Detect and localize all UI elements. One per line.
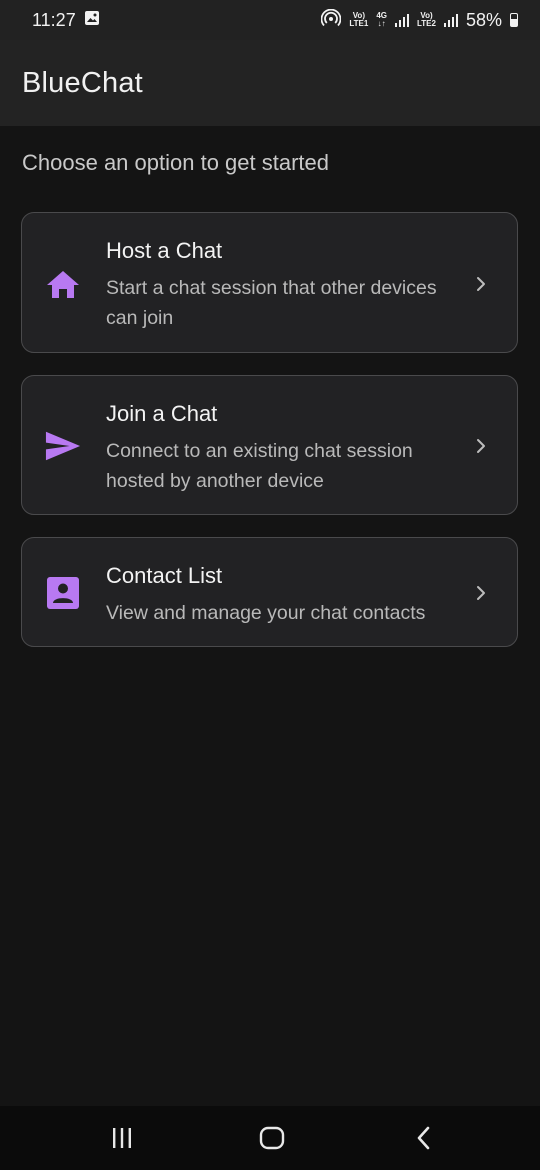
app-title: BlueChat	[22, 66, 143, 99]
volte1-bottom: LTE1	[349, 19, 369, 28]
back-icon[interactable]	[404, 1122, 444, 1154]
home-outline-icon[interactable]	[252, 1122, 292, 1154]
gallery-icon	[84, 10, 100, 31]
page-subtitle: Choose an option to get started	[22, 150, 329, 175]
volte2-indicator: Vo) LTE2	[417, 12, 436, 28]
battery-percent: 58%	[465, 9, 502, 30]
status-left: 11:27	[32, 10, 100, 31]
contact-icon	[45, 575, 81, 611]
system-nav-bar	[0, 1106, 540, 1170]
contact-list-description: View and manage your chat contacts	[106, 602, 426, 624]
host-chat-title: Host a Chat	[106, 238, 223, 263]
battery-icon	[510, 13, 518, 27]
home-icon	[45, 266, 81, 302]
status-time: 11:27	[32, 9, 76, 30]
join-chat-description: Connect to an existing chat session host…	[106, 440, 413, 492]
chevron-right-icon	[473, 436, 489, 456]
app-bar: BlueChat	[0, 40, 540, 126]
signal-icon-1	[395, 13, 409, 27]
contact-list-title: Contact List	[106, 563, 223, 588]
status-bar: 11:27 Vo) LTE1 4G ↓↑ Vo) LTE2 58%	[0, 0, 540, 40]
hotspot-icon	[320, 8, 342, 32]
signal-icon-2	[443, 13, 458, 27]
host-chat-description: Start a chat session that other devices …	[106, 277, 437, 329]
network-activity: ↓↑	[377, 19, 386, 28]
join-chat-title: Join a Chat	[106, 401, 218, 426]
contact-list-card[interactable]: Contact List View and manage your chat c…	[21, 537, 518, 647]
join-chat-card[interactable]: Join a Chat Connect to an existing chat …	[21, 375, 518, 515]
network-type-indicator: 4G ↓↑	[376, 12, 387, 28]
recents-icon[interactable]	[102, 1122, 142, 1154]
chevron-right-icon	[473, 583, 489, 603]
volte2-bottom: LTE2	[417, 19, 436, 28]
status-right: Vo) LTE1 4G ↓↑ Vo) LTE2 58%	[320, 8, 518, 32]
host-chat-card[interactable]: Host a Chat Start a chat session that ot…	[21, 212, 518, 353]
send-icon	[45, 428, 81, 464]
volte1-indicator: Vo) LTE1	[349, 12, 368, 28]
chevron-right-icon	[473, 274, 489, 294]
